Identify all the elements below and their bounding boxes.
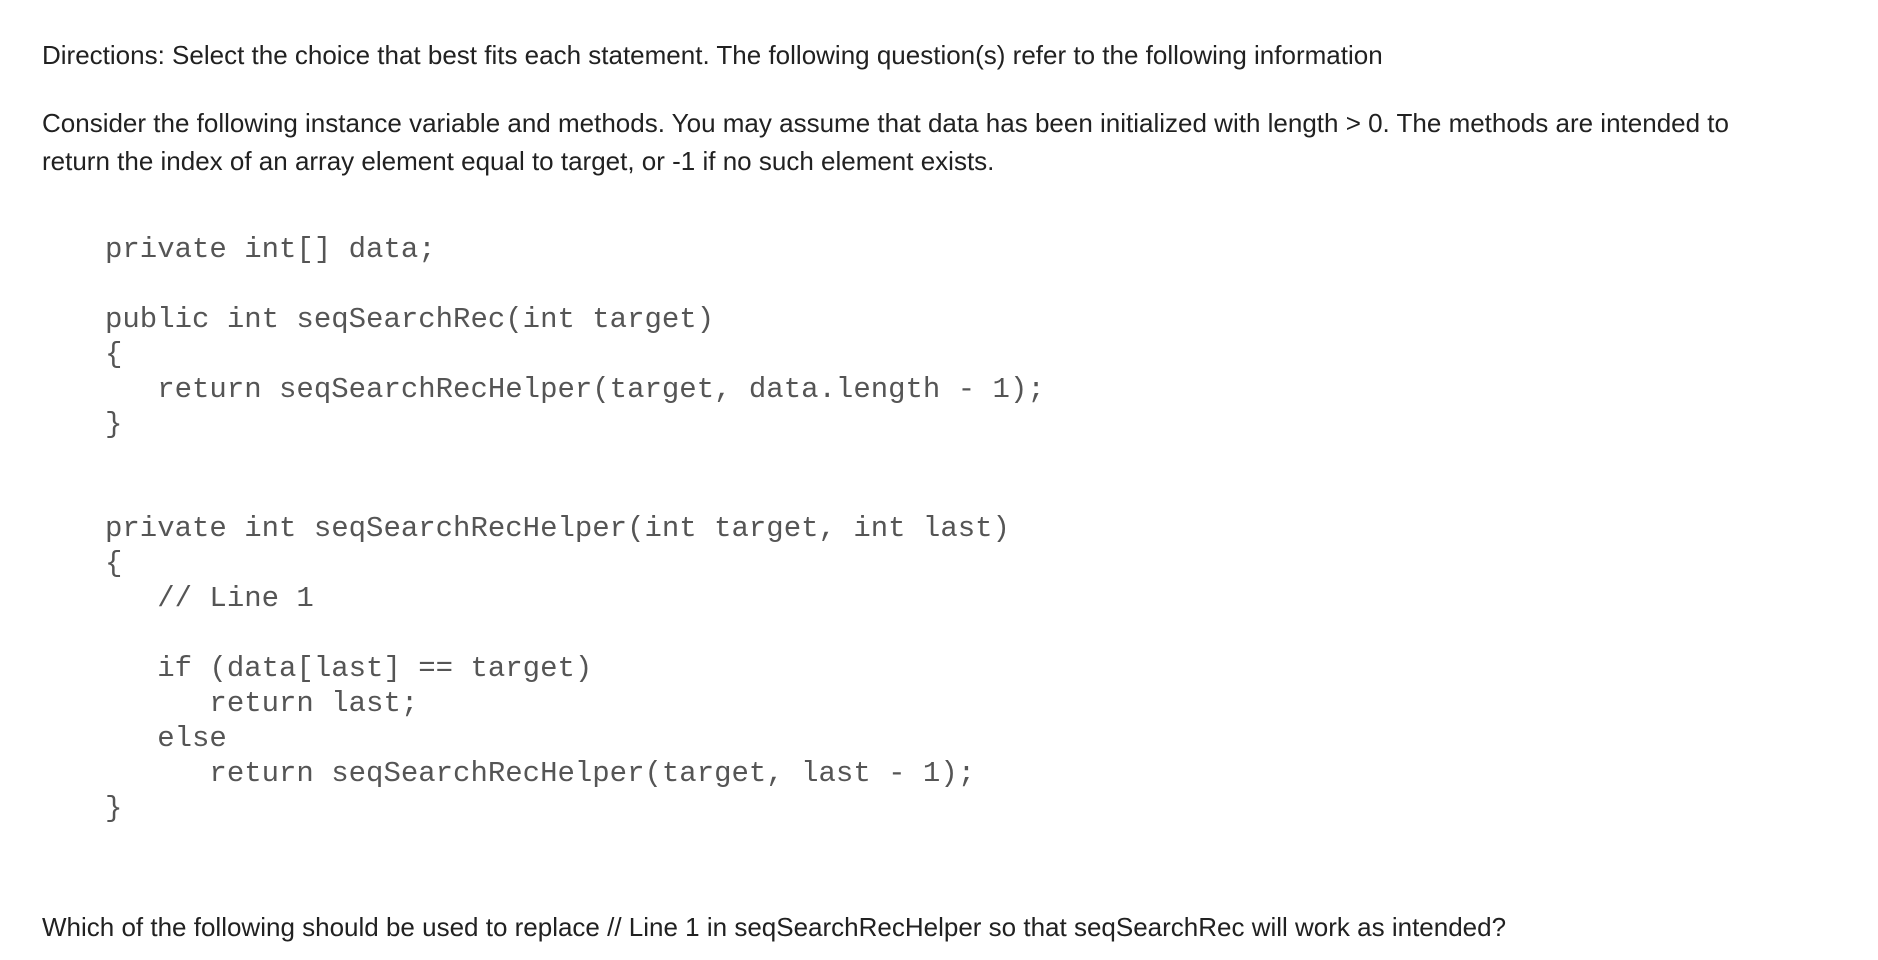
question-text: Which of the following should be used to…	[42, 912, 1507, 942]
code-line-method-signature: public int seqSearchRec(int target)	[105, 303, 715, 336]
code-line-helper-close-brace: }	[105, 792, 123, 825]
code-line-field-declaration: private int[] data;	[105, 233, 436, 266]
code-line-if: if (data[last] == target)	[105, 652, 593, 685]
code-line-return-call: return seqSearchRecHelper(target, data.l…	[105, 373, 1045, 406]
code-line-recursive-return: return seqSearchRecHelper(target, last -…	[105, 757, 976, 790]
code-line-helper-signature: private int seqSearchRecHelper(int targe…	[105, 512, 1010, 545]
code-line-return-last: return last;	[105, 687, 419, 720]
intro-text-line-1: Consider the following instance variable…	[42, 108, 1729, 138]
directions-text: Directions: Select the choice that best …	[42, 40, 1383, 70]
code-line-else: else	[105, 722, 227, 755]
code-line-close-brace: }	[105, 408, 123, 441]
code-line-comment: // Line 1	[105, 582, 314, 615]
code-line-helper-open-brace: {	[105, 547, 123, 580]
intro-text-line-2: return the index of an array element equ…	[42, 146, 995, 176]
code-line-open-brace: {	[105, 338, 123, 371]
